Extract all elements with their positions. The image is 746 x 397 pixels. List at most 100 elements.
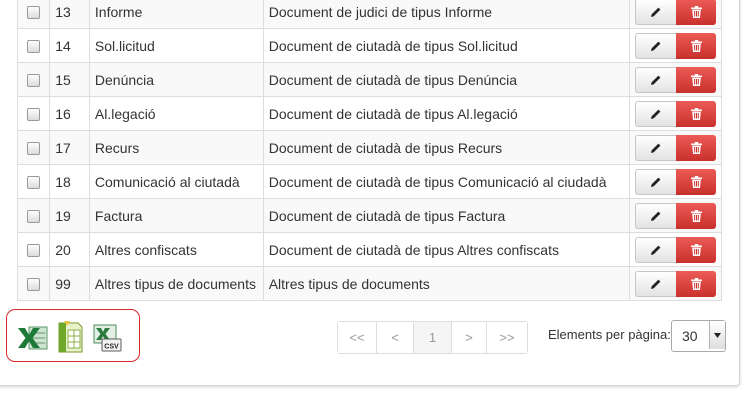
trash-icon	[690, 243, 702, 256]
pencil-icon	[651, 143, 661, 153]
trash-icon	[690, 39, 702, 52]
first-page-button[interactable]: <<	[338, 322, 377, 353]
row-checkbox[interactable]	[27, 74, 41, 88]
pencil-icon	[651, 75, 661, 85]
trash-icon	[690, 175, 702, 188]
edit-button[interactable]	[635, 270, 676, 297]
row-action-buttons	[635, 202, 716, 229]
pencil-icon	[651, 177, 661, 187]
description-cell: Altres tipus de documents	[262, 266, 630, 301]
delete-button[interactable]	[676, 236, 716, 263]
delete-button[interactable]	[676, 0, 716, 25]
row-action-buttons	[635, 134, 716, 161]
name-cell: Altres tipus de documents	[88, 266, 264, 301]
table-row: 16 Al.legació Document de ciutadà de tipus…	[16, 96, 723, 131]
trash-icon	[690, 209, 702, 222]
description-cell: Document de ciutadà de tipus Recurs	[262, 130, 630, 165]
actions-cell	[628, 266, 723, 301]
edit-button[interactable]	[635, 100, 676, 127]
row-checkbox[interactable]	[27, 278, 41, 292]
row-action-buttons	[635, 100, 716, 127]
table-row: 13 Informe Document de judici de tipus Inf…	[16, 0, 723, 29]
table-row: 99 Altres tipus de documents Altres tipus …	[16, 266, 723, 301]
edit-button[interactable]	[635, 66, 676, 93]
pencil-icon	[651, 7, 661, 17]
per-page-value: 30	[682, 328, 698, 344]
table-row: 15 Denúncia Document de ciutadà de tipus D…	[16, 62, 723, 97]
spreadsheet-export-icon[interactable]	[56, 320, 86, 354]
row-action-buttons	[635, 270, 716, 297]
row-select-cell	[16, 266, 51, 301]
row-select-cell	[16, 130, 51, 165]
description-cell: Document de ciutadà de tipus Denúncia	[262, 62, 630, 97]
pagination: << < 1 > >>	[337, 321, 528, 354]
code-cell: 16	[49, 96, 90, 131]
delete-button[interactable]	[676, 202, 716, 229]
code-cell: 17	[49, 130, 90, 165]
row-checkbox[interactable]	[27, 40, 41, 54]
row-checkbox[interactable]	[27, 142, 41, 156]
delete-button[interactable]	[676, 168, 716, 195]
table-row: 17 Recurs Document de ciutadà de tipus Rec…	[16, 130, 723, 165]
row-action-buttons	[635, 0, 716, 25]
name-cell: Informe	[88, 0, 264, 29]
row-action-buttons	[635, 236, 716, 263]
delete-button[interactable]	[676, 270, 716, 297]
edit-button[interactable]	[635, 134, 676, 161]
pencil-icon	[651, 279, 661, 289]
description-cell: Document de ciutadà de tipus Altres conf…	[262, 232, 630, 267]
name-cell: Denúncia	[88, 62, 264, 97]
row-checkbox[interactable]	[27, 176, 41, 190]
pencil-icon	[651, 245, 661, 255]
per-page-select[interactable]: 30	[671, 320, 726, 352]
code-cell: 19	[49, 198, 90, 233]
row-action-buttons	[635, 32, 716, 59]
row-checkbox[interactable]	[27, 6, 41, 20]
trash-icon	[690, 5, 702, 18]
code-cell: 13	[49, 0, 90, 29]
edit-button[interactable]	[635, 32, 676, 59]
delete-button[interactable]	[676, 66, 716, 93]
actions-cell	[628, 198, 723, 233]
row-checkbox[interactable]	[27, 108, 41, 122]
description-cell: Document de ciutadà de tipus Al.legació	[262, 96, 630, 131]
previous-page-button[interactable]: <	[377, 322, 414, 353]
trash-icon	[690, 277, 702, 290]
dropdown-arrow-icon[interactable]	[709, 321, 725, 349]
excel-export-icon[interactable]	[17, 325, 49, 351]
row-select-cell	[16, 62, 51, 97]
delete-button[interactable]	[676, 32, 716, 59]
actions-cell	[628, 96, 723, 131]
edit-button[interactable]	[635, 202, 676, 229]
description-cell: Document de judici de tipus Informe	[262, 0, 630, 29]
next-page-button[interactable]: >	[452, 322, 487, 353]
pencil-icon	[651, 109, 661, 119]
edit-button[interactable]	[635, 0, 676, 25]
csv-export-icon[interactable]: CSV	[92, 323, 122, 353]
name-cell: Recurs	[88, 130, 264, 165]
edit-button[interactable]	[635, 168, 676, 195]
export-options: CSV	[6, 309, 140, 362]
name-cell: Al.legació	[88, 96, 264, 131]
edit-button[interactable]	[635, 236, 676, 263]
name-cell: Factura	[88, 198, 264, 233]
delete-button[interactable]	[676, 134, 716, 161]
row-select-cell	[16, 28, 51, 63]
pencil-icon	[651, 211, 661, 221]
actions-cell	[628, 62, 723, 97]
trash-icon	[690, 141, 702, 154]
row-checkbox[interactable]	[27, 210, 41, 224]
row-checkbox[interactable]	[27, 244, 41, 258]
name-cell: Sol.licitud	[88, 28, 264, 63]
delete-button[interactable]	[676, 100, 716, 127]
description-cell: Document de ciutadà de tipus Sol.licitud	[262, 28, 630, 63]
document-types-table: 13 Informe Document de judici de tipus Inf…	[16, 0, 723, 301]
per-page-label: Elements per pàgina:	[548, 327, 671, 342]
current-page-button[interactable]: 1	[414, 322, 452, 353]
table-row: 18 Comunicació al ciutadà Document de ciut…	[16, 164, 723, 199]
table-row: 20 Altres confiscats Document de ciutadà d…	[16, 232, 723, 267]
actions-cell	[628, 130, 723, 165]
code-cell: 14	[49, 28, 90, 63]
row-select-cell	[16, 164, 51, 199]
last-page-button[interactable]: >>	[487, 322, 527, 353]
